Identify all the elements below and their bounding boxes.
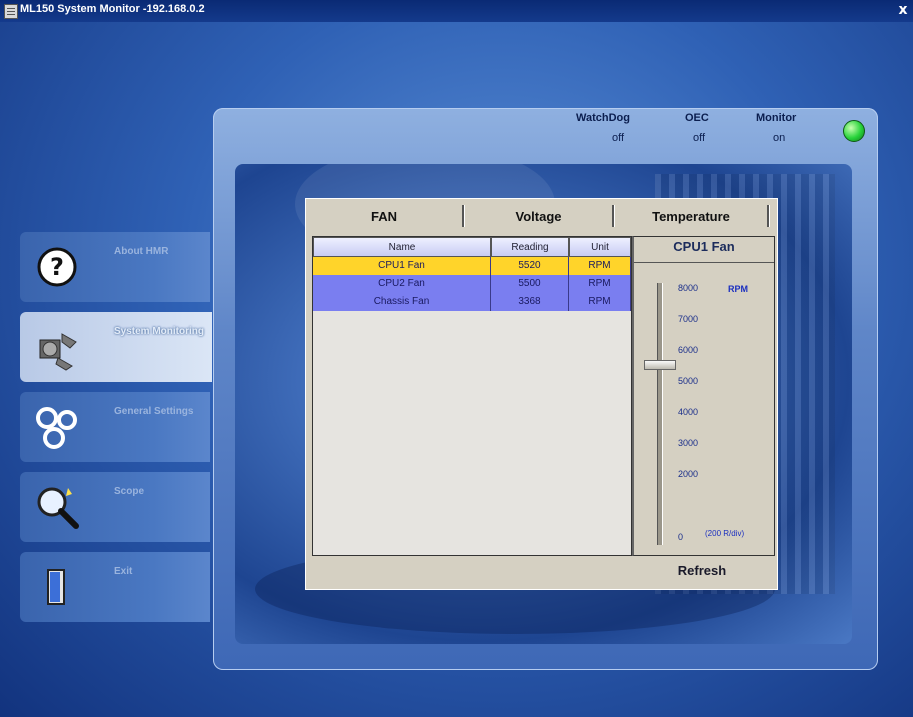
gauge-tick: 5000	[678, 376, 699, 386]
oec-label: OEC	[685, 112, 709, 124]
nav-about[interactable]: ? About HMR	[20, 232, 210, 302]
gauge-slider-thumb[interactable]	[644, 360, 676, 371]
gauge-track	[657, 283, 663, 545]
tab-bar: FAN Voltage Temperature	[306, 199, 777, 232]
table-row[interactable]: Chassis Fan 3368 RPM	[313, 293, 631, 311]
table-row[interactable]: CPU2 Fan 5500 RPM	[313, 275, 631, 293]
nav-label: General Settings	[114, 406, 194, 417]
nav-system-monitoring[interactable]: System Monitoring	[20, 312, 212, 382]
gauge-tick: 8000	[678, 283, 699, 293]
help-icon: ?	[32, 242, 82, 292]
cell-name: CPU2 Fan	[313, 275, 491, 293]
column-header-name[interactable]: Name	[313, 237, 491, 257]
cell-name: CPU1 Fan	[313, 257, 491, 275]
nav-label: Scope	[114, 486, 145, 497]
tab-temperature[interactable]: Temperature	[615, 204, 767, 230]
gauge-tick: 6000	[678, 345, 699, 355]
nav-label: About HMR	[114, 246, 169, 257]
gauge-tick: 7000	[678, 314, 699, 324]
cell-unit: RPM	[569, 257, 631, 275]
nav-label: Exit	[114, 566, 133, 577]
cell-reading: 5500	[491, 275, 569, 293]
magnifier-icon	[32, 482, 82, 532]
gauge-tick: 3000	[678, 438, 699, 448]
table-row[interactable]: CPU1 Fan 5520 RPM	[313, 257, 631, 275]
refresh-button[interactable]: Refresh	[632, 557, 772, 585]
cell-unit: RPM	[569, 293, 631, 311]
tab-fan[interactable]: FAN	[306, 204, 462, 230]
fan-icon	[32, 322, 82, 372]
gauge-tick: 4000	[678, 407, 699, 417]
svg-text:?: ?	[50, 253, 64, 281]
door-icon	[32, 562, 82, 612]
gears-icon	[32, 402, 82, 452]
divider	[634, 262, 774, 263]
column-header-reading[interactable]: Reading	[491, 237, 569, 257]
app-window: ML150 System Monitor -192.168.0.2 x Watc…	[0, 0, 913, 717]
oec-value: off	[693, 132, 706, 144]
nav-exit[interactable]: Exit	[20, 552, 210, 622]
gauge-title: CPU1 Fan	[673, 239, 735, 254]
nav-general-settings[interactable]: General Settings	[20, 392, 210, 462]
nav-label: System Monitoring	[114, 326, 205, 337]
watchdog-label: WatchDog	[576, 112, 630, 124]
title-bar: ML150 System Monitor -192.168.0.2 x	[0, 0, 913, 22]
nav-scope[interactable]: Scope	[20, 472, 210, 542]
status-area: WatchDog off OEC off Monitor on	[560, 112, 830, 152]
fan-table: Name Reading Unit CPU1 Fan 5520 RPM CPU2…	[312, 236, 632, 556]
app-icon	[4, 4, 18, 19]
gauge-scale-note: (200 R/div)	[705, 529, 745, 538]
cell-unit: RPM	[569, 275, 631, 293]
cell-reading: 3368	[491, 293, 569, 311]
monitor-dialog: FAN Voltage Temperature Name Reading Uni…	[305, 198, 778, 590]
tab-separator	[767, 205, 770, 227]
gauge-tick: 0	[678, 532, 684, 542]
monitor-label: Monitor	[756, 112, 797, 124]
cell-reading: 5520	[491, 257, 569, 275]
close-button[interactable]: x	[895, 1, 911, 19]
gauge-unit: RPM	[728, 284, 748, 294]
tab-voltage[interactable]: Voltage	[465, 204, 612, 230]
watchdog-value: off	[612, 132, 625, 144]
status-led-icon	[843, 120, 865, 142]
window-title: ML150 System Monitor -192.168.0.2	[20, 3, 205, 15]
cell-name: Chassis Fan	[313, 293, 491, 311]
monitor-value: on	[773, 132, 786, 144]
column-header-unit[interactable]: Unit	[569, 237, 631, 257]
gauge-tick: 2000	[678, 469, 699, 479]
fan-gauge: CPU1 Fan RPM 8000 7000 6000 5000 4000 30…	[632, 236, 775, 556]
